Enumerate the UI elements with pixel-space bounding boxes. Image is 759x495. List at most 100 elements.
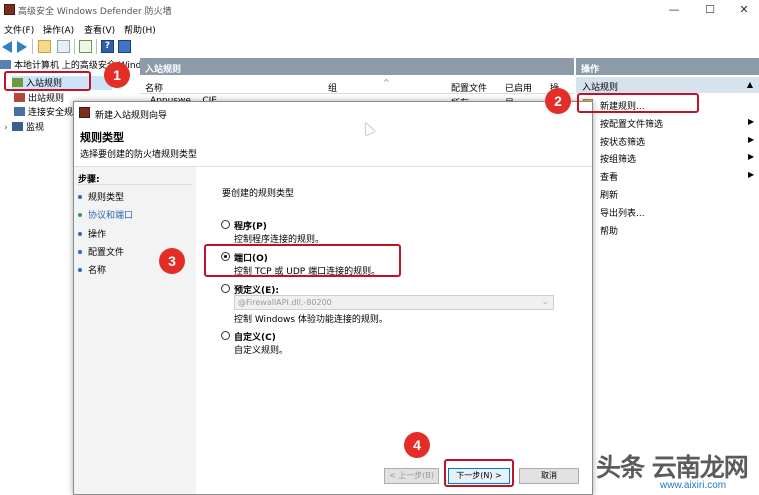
steps-panel: 步骤: 规则类型 协议和端口 操作 配置文件 名称 — [74, 167, 196, 494]
radio-custom[interactable] — [221, 331, 230, 340]
option-custom-desc: 自定义规则。 — [234, 346, 289, 356]
action-refresh[interactable]: 刷新 — [600, 188, 618, 201]
menu-bar: 文件(F) 操作(A) 查看(V) 帮助(H) — [0, 20, 759, 36]
step-rule-type[interactable]: 规则类型 — [78, 190, 124, 203]
expand-chevron-icon[interactable]: › — [4, 123, 12, 133]
column-group[interactable]: 组 — [328, 81, 337, 94]
wizard-icon — [79, 107, 90, 118]
menu-help[interactable]: 帮助(H) — [124, 23, 156, 36]
submenu-arrow-icon: ▶ — [748, 152, 755, 161]
connection-security-icon — [14, 107, 25, 116]
menu-view[interactable]: 查看(V) — [84, 23, 115, 36]
menu-file[interactable]: 文件(F) — [4, 23, 34, 36]
action-help[interactable]: 帮助 — [600, 224, 618, 237]
properties-icon[interactable] — [118, 40, 131, 53]
tree-item-label: 连接安全规 — [28, 108, 74, 118]
column-enabled[interactable]: 已启用 — [505, 81, 532, 94]
sort-caret-icon: ^ — [383, 78, 390, 87]
submenu-arrow-icon: ▶ — [748, 170, 755, 179]
close-button[interactable]: ✕ — [730, 2, 758, 18]
maximize-button[interactable]: ☐ — [696, 2, 724, 18]
tree-item-label: 监视 — [26, 123, 45, 133]
highlight-next-button — [444, 459, 514, 487]
wizard-heading: 规则类型 — [80, 131, 124, 144]
step-badge-3: 3 — [159, 248, 185, 274]
monitoring-icon — [12, 122, 23, 131]
forward-arrow-icon[interactable] — [17, 41, 27, 53]
radio-program[interactable] — [221, 220, 230, 229]
predefined-select[interactable]: @FirewallAPI.dll,-80200 ⌄ — [234, 295, 554, 310]
step-profile[interactable]: 配置文件 — [78, 245, 124, 258]
firewall-app-icon — [4, 4, 15, 15]
help-icon[interactable]: ? — [101, 40, 114, 53]
watermark-url: www.aixiri.com — [660, 480, 727, 491]
column-profile[interactable]: 配置文件 — [451, 81, 487, 94]
wizard-title: 新建入站规则向导 — [95, 111, 168, 121]
radio-predefined[interactable] — [221, 284, 230, 293]
window-title: 高级安全 Windows Defender 防火墙 — [18, 7, 172, 17]
toolbar: ? — [0, 37, 759, 57]
column-headers: 名称 组 ^ 配置文件 已启用 操 — [140, 78, 574, 94]
submenu-arrow-icon: ▶ — [748, 135, 755, 144]
title-bar: 高级安全 Windows Defender 防火墙 — ☐ ✕ — [0, 0, 759, 20]
wizard-subheading: 选择要创建的防火墙规则类型 — [80, 150, 198, 160]
option-predefined-desc: 控制 Windows 体验功能连接的规则。 — [234, 315, 388, 325]
highlight-inbound-rules — [4, 71, 91, 91]
step-badge-4: 4 — [404, 432, 430, 458]
predefined-select-value: @FirewallAPI.dll,-80200 — [238, 298, 332, 307]
steps-underline — [78, 184, 192, 185]
menu-action[interactable]: 操作(A) — [43, 23, 74, 36]
export-icon[interactable] — [79, 40, 92, 53]
toolbar-separator — [74, 39, 75, 54]
collapse-triangle-icon[interactable]: ▲ — [747, 80, 753, 89]
computer-icon — [0, 60, 11, 69]
tree-item-label: 出站规则 — [28, 94, 65, 104]
step-label: 操作 — [88, 230, 107, 240]
step-label: 规则类型 — [88, 193, 125, 203]
option-custom-label[interactable]: 自定义(C) — [234, 330, 276, 343]
action-filter-by-profile[interactable]: 按配置文件筛选 — [600, 117, 663, 130]
step-label: 协议和端口 — [88, 211, 134, 221]
back-arrow-icon[interactable] — [2, 41, 12, 53]
watermark-text: 头条 云南龙网 — [596, 453, 749, 482]
action-filter-by-group[interactable]: 按组筛选 — [600, 152, 636, 165]
step-bullet-icon — [78, 250, 82, 254]
actions-header: 操作 — [576, 58, 759, 75]
column-name[interactable]: 名称 — [145, 81, 163, 94]
actions-section-label: 入站规则 — [582, 83, 619, 93]
action-filter-by-state[interactable]: 按状态筛选 — [600, 135, 645, 148]
inbound-rules-header: 入站规则 — [140, 58, 574, 75]
toolbar-separator — [96, 39, 97, 54]
tree-item-monitoring[interactable]: › 监视 — [4, 120, 44, 134]
rule-type-question: 要创建的规则类型 — [222, 189, 295, 199]
highlight-port-option — [204, 244, 401, 277]
tree-item-connection-security[interactable]: 连接安全规 — [14, 105, 73, 119]
step-protocol-ports[interactable]: 协议和端口 — [78, 208, 133, 221]
step-name[interactable]: 名称 — [78, 263, 106, 276]
step-bullet-icon — [78, 232, 82, 236]
cancel-button[interactable]: 取消 — [519, 468, 579, 484]
minimize-button[interactable]: — — [660, 2, 688, 18]
outbound-rules-icon — [14, 93, 25, 102]
tree-item-outbound-rules[interactable]: 出站规则 — [14, 91, 64, 105]
up-folder-icon[interactable] — [38, 40, 51, 53]
action-view[interactable]: 查看 — [600, 170, 618, 183]
option-program-label[interactable]: 程序(P) — [234, 219, 267, 232]
step-badge-1: 1 — [104, 62, 130, 88]
step-label: 名称 — [88, 266, 107, 276]
step-bullet-icon — [78, 213, 82, 217]
new-inbound-rule-wizard: 新建入站规则向导 规则类型 选择要创建的防火墙规则类型 步骤: 规则类型 协议和… — [73, 101, 593, 495]
step-action[interactable]: 操作 — [78, 227, 106, 240]
actions-section-inbound[interactable]: 入站规则 ▲ — [576, 77, 759, 93]
step-bullet-icon — [78, 268, 82, 272]
toolbar-separator — [32, 39, 33, 54]
step-bullet-icon — [78, 195, 82, 199]
action-export-list[interactable]: 导出列表... — [600, 206, 645, 219]
chevron-down-icon: ⌄ — [541, 297, 549, 307]
back-button[interactable]: < 上一步(B) — [384, 468, 439, 484]
step-label: 配置文件 — [88, 248, 125, 258]
submenu-arrow-icon: ▶ — [748, 117, 755, 126]
show-hide-tree-icon[interactable] — [57, 40, 70, 53]
mouse-cursor-icon — [360, 120, 376, 136]
step-badge-2: 2 — [545, 88, 571, 114]
